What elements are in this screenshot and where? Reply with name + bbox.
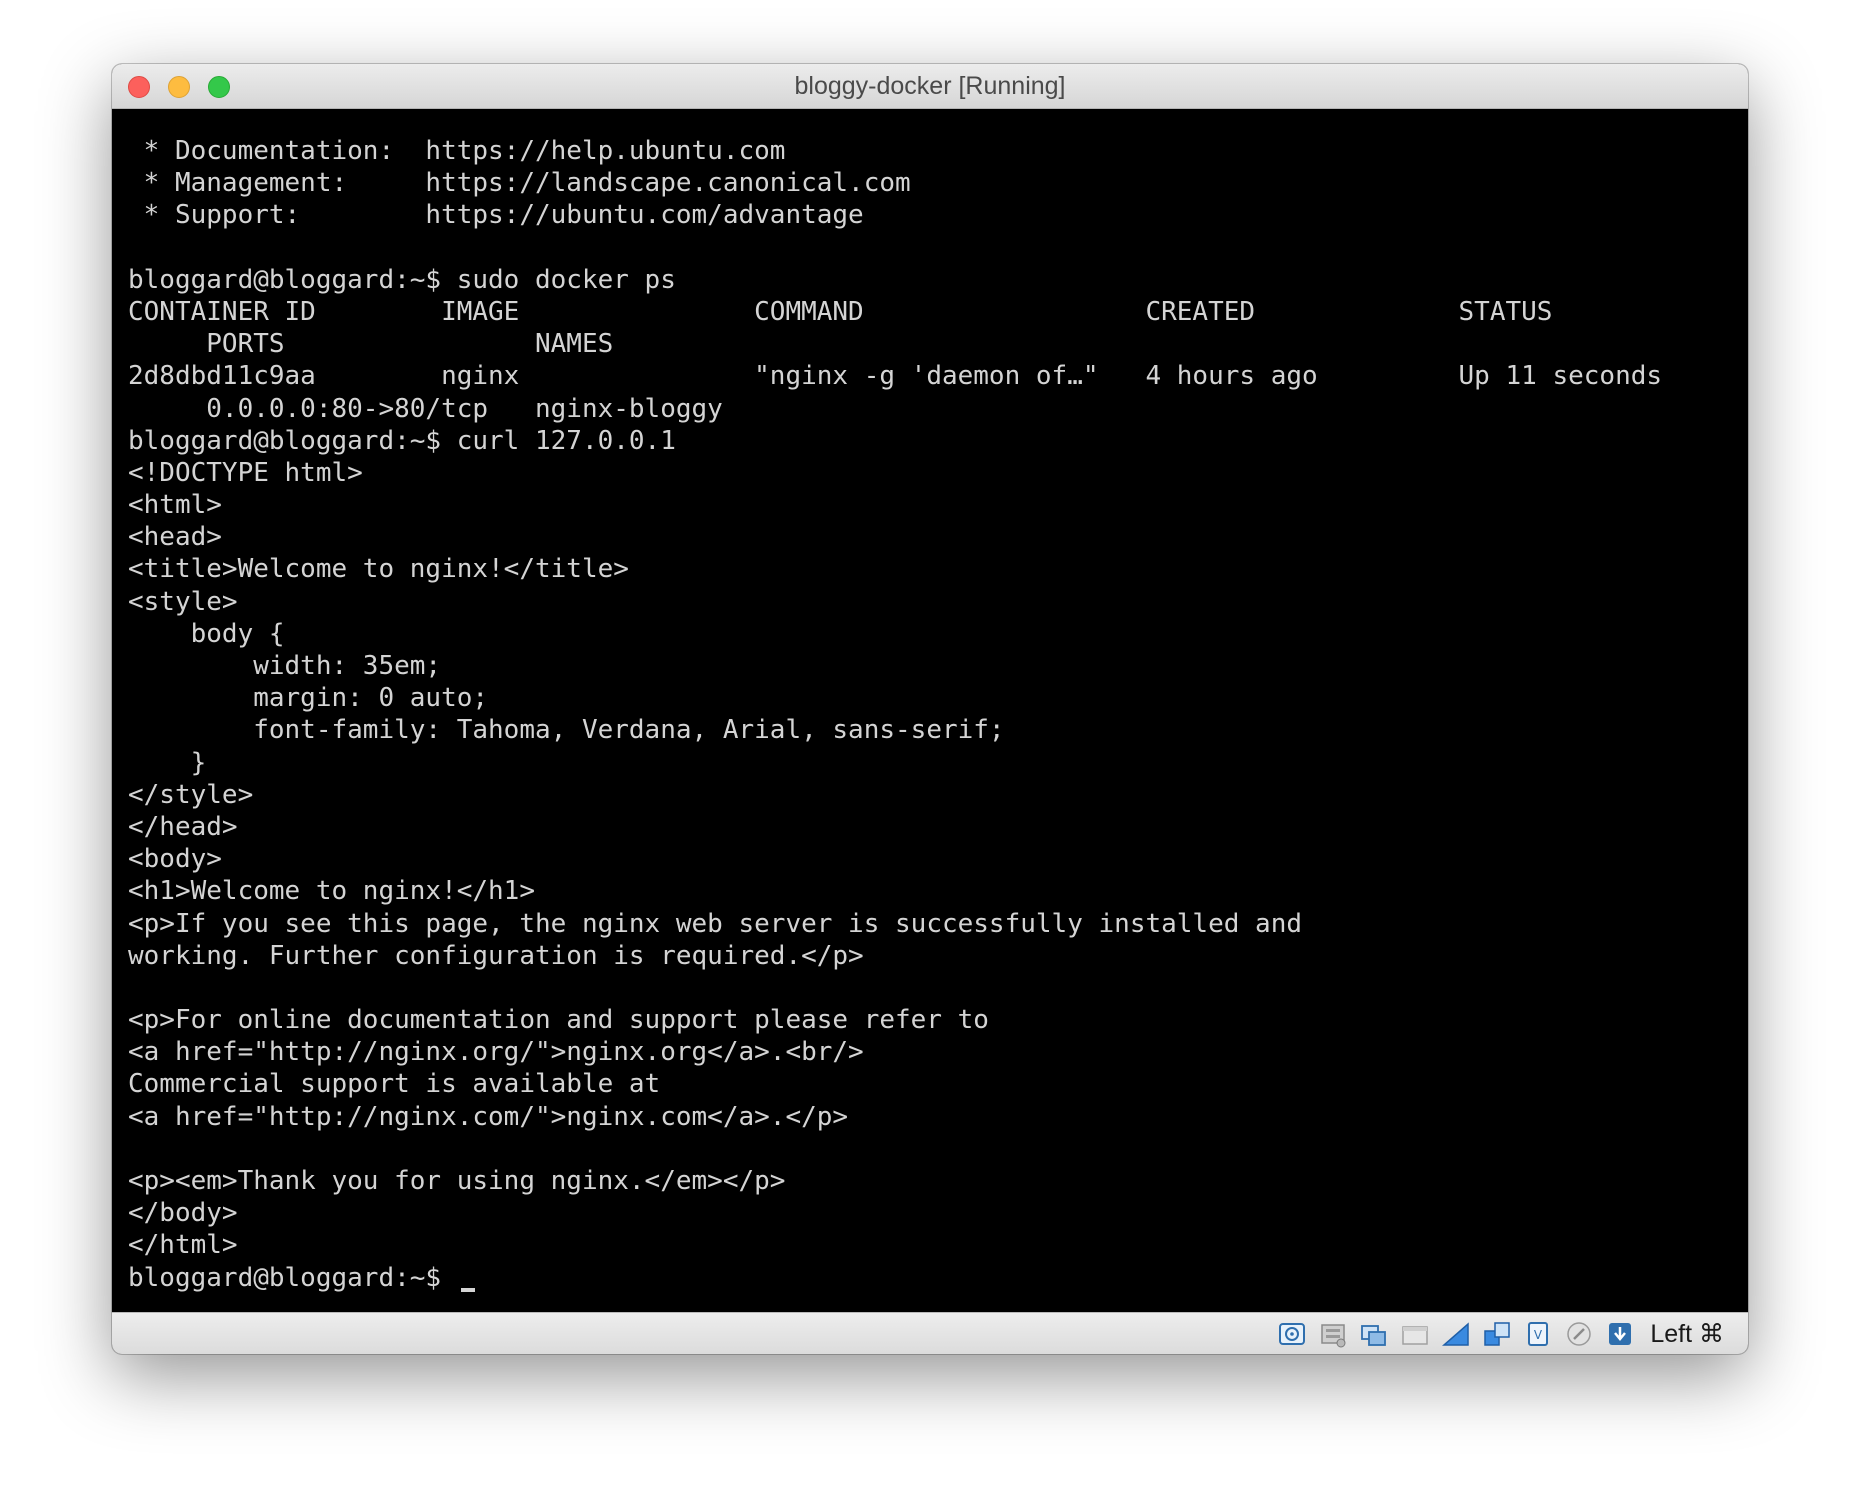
terminal-line: bloggard@bloggard:~$ curl 127.0.0.1 bbox=[128, 425, 676, 456]
terminal-line: * Documentation: https://help.ubuntu.com bbox=[128, 136, 786, 166]
svg-text:V: V bbox=[1534, 1328, 1543, 1342]
audio-icon[interactable] bbox=[1359, 1319, 1389, 1349]
device-tray: V Left ⌘ bbox=[1277, 1318, 1724, 1350]
terminal-line: working. Further configuration is requir… bbox=[128, 940, 864, 971]
hard-disk-icon[interactable] bbox=[1277, 1319, 1307, 1349]
terminal-line: CONTAINER ID IMAGE COMMAND CREATED STATU… bbox=[128, 296, 1553, 327]
terminal-line: <h1>Welcome to nginx!</h1> bbox=[128, 876, 535, 907]
terminal-cursor bbox=[460, 1287, 475, 1292]
terminal-line: <title>Welcome to nginx!</title> bbox=[128, 554, 629, 585]
terminal-line: </head> bbox=[128, 811, 238, 842]
terminal-line: </html> bbox=[128, 1230, 238, 1261]
terminal-line: * Support: https://ubuntu.com/advantage bbox=[128, 200, 864, 231]
title-bar[interactable]: bloggy-docker [Running] bbox=[112, 64, 1748, 109]
terminal-prompt-line[interactable]: bloggard@bloggard:~$ bbox=[128, 1262, 1662, 1294]
terminal-line: * Management: https://landscape.canonica… bbox=[128, 168, 911, 199]
terminal-output[interactable]: * Documentation: https://help.ubuntu.com… bbox=[128, 135, 1662, 1294]
terminal-line: 0.0.0.0:80->80/tcp nginx-bloggy bbox=[128, 393, 723, 424]
terminal-line: width: 35em; bbox=[128, 651, 442, 681]
terminal-line: body { bbox=[128, 618, 285, 649]
terminal-line: PORTS NAMES bbox=[128, 329, 614, 360]
terminal-line: </body> bbox=[128, 1198, 238, 1229]
terminal-line: } bbox=[128, 747, 207, 778]
terminal-line: font-family: Tahoma, Verdana, Arial, san… bbox=[128, 715, 1005, 746]
terminal-line: <a href="http://nginx.org/">nginx.org</a… bbox=[128, 1037, 864, 1068]
video-capture-icon[interactable] bbox=[1564, 1319, 1594, 1349]
shared-folders-icon[interactable] bbox=[1482, 1319, 1512, 1349]
terminal-line: <p>If you see this page, the nginx web s… bbox=[128, 908, 1302, 939]
keyboard-capture-icon[interactable] bbox=[1605, 1319, 1635, 1349]
terminal-line: <style> bbox=[128, 586, 238, 617]
terminal-prompt: bloggard@bloggard:~$ bbox=[128, 1262, 457, 1293]
display-icon[interactable]: V bbox=[1523, 1319, 1553, 1349]
network-icon[interactable] bbox=[1400, 1319, 1430, 1349]
terminal-line: <!DOCTYPE html> bbox=[128, 457, 363, 488]
terminal-line: <html> bbox=[128, 490, 222, 521]
terminal-line: 2d8dbd11c9aa nginx "nginx -g 'daemon of…… bbox=[128, 361, 1663, 392]
vm-screen[interactable]: * Documentation: https://help.ubuntu.com… bbox=[112, 109, 1748, 1313]
vm-window: bloggy-docker [Running] * Documentation:… bbox=[112, 64, 1748, 1354]
vm-status-bar: V Left ⌘ bbox=[112, 1312, 1748, 1354]
terminal-line: <body> bbox=[128, 844, 222, 875]
host-key-label: Left ⌘ bbox=[1650, 1320, 1724, 1348]
terminal-line: </style> bbox=[128, 779, 254, 810]
terminal-line: <p>For online documentation and support … bbox=[128, 1005, 989, 1036]
optical-drive-icon[interactable] bbox=[1318, 1319, 1348, 1349]
terminal-line: <a href="http://nginx.com/">nginx.com</a… bbox=[128, 1101, 849, 1132]
terminal-line: <p><em>Thank you for using nginx.</em></… bbox=[128, 1166, 786, 1196]
terminal-line: bloggard@bloggard:~$ sudo docker ps bbox=[128, 264, 676, 295]
terminal-line: <head> bbox=[128, 522, 222, 553]
terminal-line: margin: 0 auto; bbox=[128, 683, 489, 714]
window-title: bloggy-docker [Running] bbox=[794, 72, 1066, 100]
terminal-line: Commercial support is available at bbox=[128, 1069, 661, 1100]
usb-icon[interactable] bbox=[1441, 1319, 1471, 1349]
